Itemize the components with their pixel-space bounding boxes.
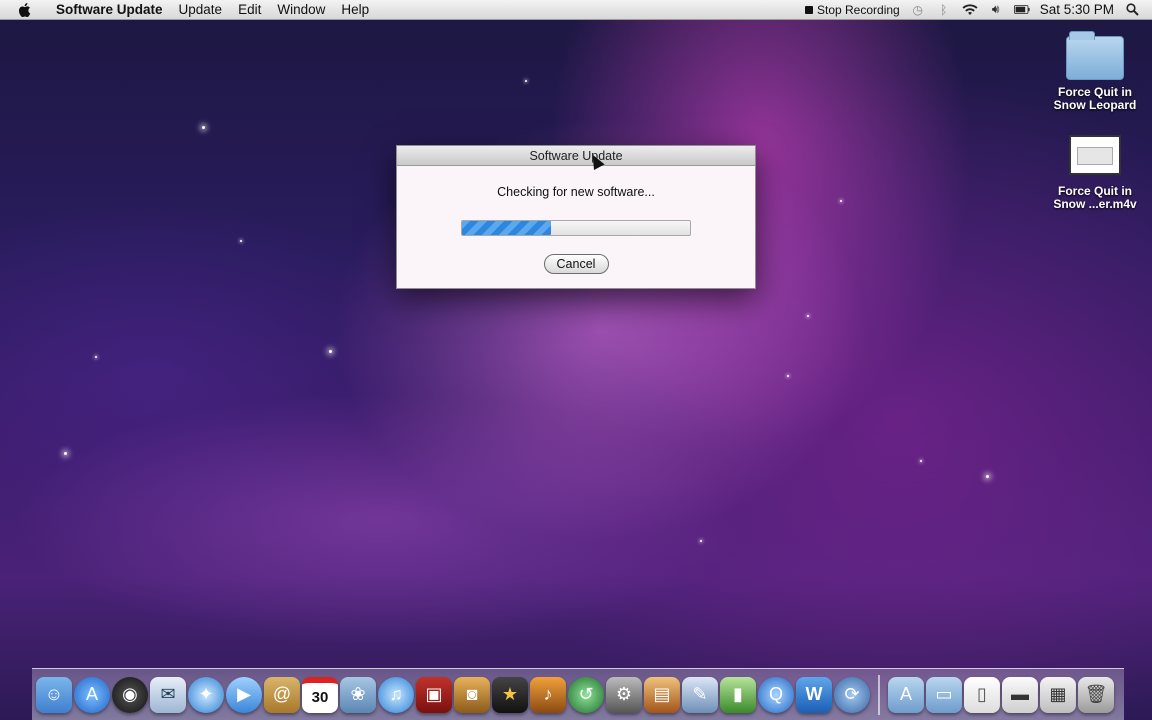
address-book-icon[interactable]: @ — [264, 676, 300, 713]
spotlight-search-icon[interactable] — [1124, 3, 1140, 17]
desktop-icon-label: Force Quit in Snow ...er.m4v — [1053, 184, 1137, 211]
menu-help[interactable]: Help — [333, 0, 377, 20]
menu-window[interactable]: Window — [269, 0, 333, 20]
itunes-icon[interactable]: ♫ — [378, 676, 414, 713]
garageband-icon[interactable]: ♪ — [530, 676, 566, 713]
star — [700, 540, 702, 542]
iphoto-icon[interactable]: ❀ — [340, 676, 376, 713]
star — [329, 350, 332, 353]
menu-update[interactable]: Update — [171, 0, 231, 20]
stop-icon — [804, 5, 813, 14]
star — [64, 452, 67, 455]
star — [840, 200, 842, 202]
quicktime-icon[interactable]: Q — [758, 676, 794, 713]
system-preferences-icon[interactable]: ⚙ — [606, 676, 642, 713]
stop-recording-button[interactable]: Stop Recording — [804, 2, 900, 17]
movie-file-icon[interactable]: ▬ — [1002, 676, 1038, 713]
dock: ☺ A ◉ ✉ ✦ ▶ @ 30 ❀ ♫ ▣ ◙ ★ ♪ ↺ ⚙ ▤ ✎ ▮ Q… — [32, 668, 1124, 720]
imovie-icon[interactable]: ★ — [492, 676, 528, 713]
star — [986, 475, 989, 478]
ical-icon[interactable]: 30 — [302, 676, 338, 713]
wifi-icon[interactable] — [962, 3, 978, 17]
documents-folder-icon[interactable]: ▭ — [926, 676, 962, 713]
star — [525, 80, 527, 82]
facetime-icon[interactable]: ▶ — [226, 676, 262, 713]
volume-icon[interactable]: 🔊︎ — [988, 2, 1004, 17]
movie-file-icon — [1069, 135, 1121, 175]
progress-bar — [461, 220, 691, 236]
menu-app-name[interactable]: Software Update — [48, 0, 171, 20]
battery-icon[interactable] — [1013, 3, 1030, 17]
word-icon[interactable]: W — [796, 676, 832, 713]
desktop-movie-file[interactable]: Force Quit in Snow ...er.m4v — [1047, 135, 1143, 211]
dock-separator — [878, 674, 880, 715]
document-icon[interactable]: ▯ — [964, 676, 1000, 713]
time-machine-menu-icon[interactable]: ◷ — [910, 3, 926, 17]
bluetooth-icon[interactable]: ᛒ — [936, 3, 952, 17]
calendar-day: 30 — [311, 689, 329, 706]
menu-bar: Software Update Update Edit Window Help … — [0, 0, 1152, 20]
time-machine-icon[interactable]: ↺ — [568, 676, 604, 713]
star — [95, 356, 97, 358]
star — [807, 315, 809, 317]
desktop-folder-force-quit[interactable]: Force Quit in Snow Leopard — [1047, 31, 1143, 112]
desktop-icon-label: Force Quit in Snow Leopard — [1053, 85, 1137, 112]
star — [240, 240, 242, 242]
sync-icon[interactable]: ⟳ — [834, 676, 870, 713]
app-store-icon[interactable]: A — [74, 676, 110, 713]
image-capture-icon[interactable]: ◙ — [454, 676, 490, 713]
applications-folder-icon[interactable]: A — [888, 676, 924, 713]
stop-recording-label: Stop Recording — [816, 2, 900, 17]
star — [787, 375, 789, 377]
screenshot-icon[interactable]: ▦ — [1040, 676, 1076, 713]
status-menus: Stop Recording ◷ ᛒ 🔊︎ Sat 5:30 PM — [804, 2, 1152, 17]
star — [920, 460, 922, 462]
safari-icon[interactable]: ✦ — [188, 676, 224, 713]
numbers-icon[interactable]: ▮ — [720, 676, 756, 713]
dialog-title[interactable]: Software Update — [397, 146, 755, 166]
keynote-icon[interactable]: ▤ — [644, 676, 680, 713]
pages-icon[interactable]: ✎ — [682, 676, 718, 713]
status-message: Checking for new software... — [497, 185, 655, 199]
clock[interactable]: Sat 5:30 PM — [1040, 2, 1114, 17]
progress-bar-fill — [462, 221, 551, 235]
star — [202, 126, 205, 129]
dashboard-icon[interactable]: ◉ — [112, 676, 148, 713]
finder-icon[interactable]: ☺ — [36, 676, 72, 713]
menu-edit[interactable]: Edit — [230, 0, 269, 20]
apple-icon[interactable] — [16, 1, 34, 19]
trash-icon[interactable]: 🗑︎ — [1078, 676, 1114, 713]
mail-icon[interactable]: ✉ — [150, 676, 186, 713]
cancel-button[interactable]: Cancel — [543, 254, 609, 274]
photo-booth-icon[interactable]: ▣ — [416, 676, 452, 713]
software-update-dialog: Software Update Checking for new softwar… — [396, 145, 756, 289]
folder-icon — [1066, 31, 1124, 80]
